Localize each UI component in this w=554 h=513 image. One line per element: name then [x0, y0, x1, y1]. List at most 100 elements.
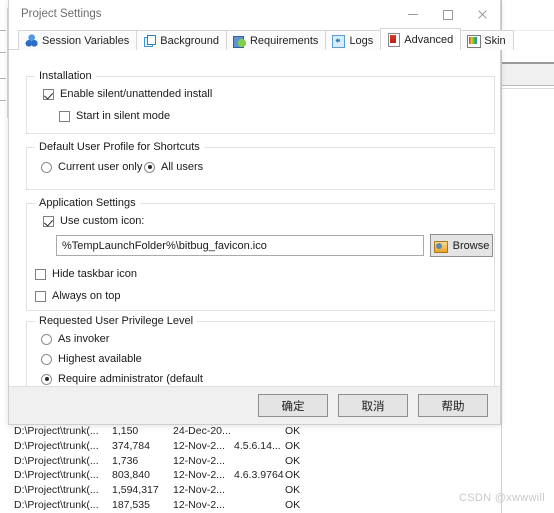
radio-highest-available[interactable]: Highest available: [41, 353, 142, 365]
checkbox-start-in-silent-mode[interactable]: Start in silent mode: [59, 110, 170, 122]
maximize-icon: [442, 9, 453, 20]
close-button[interactable]: [465, 0, 500, 29]
radio-as-invoker[interactable]: As invoker: [41, 333, 109, 345]
tab-label: Advanced: [404, 33, 454, 46]
group-installation-legend: Installation: [35, 70, 96, 82]
cell-date: 12-Nov-2...: [173, 454, 225, 467]
checkbox-icon[interactable]: [43, 215, 54, 227]
session-variables-icon: [25, 34, 38, 47]
cell-version: 4.6.3.9764: [234, 469, 284, 482]
cell-date: 24-Dec-20...: [173, 425, 231, 437]
cell-size: 1,594,317: [112, 484, 159, 497]
tab-label: Background: [160, 34, 219, 47]
table-row[interactable]: D:\Project\trunk(... 1,736 12-Nov-2... O…: [0, 454, 501, 469]
checkbox-label: Always on top: [52, 290, 121, 302]
help-button[interactable]: 帮助: [418, 394, 488, 417]
radio-all-users[interactable]: All users: [144, 161, 203, 173]
cell-date: 12-Nov-2...: [173, 484, 225, 497]
radio-icon[interactable]: [41, 333, 52, 345]
cell-size: 187,535: [112, 498, 150, 511]
file-list[interactable]: D:\Project\trunk(... 1,150 24-Dec-20... …: [0, 424, 501, 513]
cell-size: 374,784: [112, 439, 150, 452]
group-application-settings: Application Settings Use custom icon: Br…: [26, 197, 495, 311]
tab-background[interactable]: Background: [136, 30, 227, 50]
project-settings-dialog: Project Settings Session Variables Backg…: [8, 0, 514, 425]
background-icon: [143, 34, 157, 47]
table-row[interactable]: D:\Project\trunk(... 374,784 12-Nov-2...…: [0, 439, 501, 454]
radio-label: Highest available: [58, 353, 142, 365]
checkbox-enable-silent-install[interactable]: Enable silent/unattended install: [43, 88, 212, 100]
radio-label: As invoker: [58, 333, 110, 345]
checkbox-label: Start in silent mode: [76, 110, 171, 122]
cell-path: D:\Project\trunk(...: [14, 469, 99, 482]
radio-label: All users: [161, 161, 204, 173]
logs-icon: [332, 34, 346, 48]
tab-session-variables[interactable]: Session Variables: [18, 30, 138, 50]
ok-button[interactable]: 确定: [258, 394, 328, 417]
requirements-icon: [232, 34, 246, 48]
cancel-button[interactable]: 取消: [338, 394, 408, 417]
checkbox-use-custom-icon[interactable]: Use custom icon:: [43, 215, 144, 227]
tab-label: Logs: [349, 34, 374, 47]
cell-status: OK: [285, 498, 301, 511]
table-row[interactable]: D:\Project\trunk(... 1,594,317 12-Nov-2.…: [0, 483, 501, 498]
cell-size: 1,736: [112, 454, 139, 467]
checkbox-label: Enable silent/unattended install: [60, 88, 213, 100]
tab-logs[interactable]: Logs: [325, 30, 382, 50]
dialog-title: Project Settings: [21, 8, 102, 20]
tab-advanced[interactable]: Advanced: [380, 28, 462, 50]
cell-version: 4.5.6.14...: [234, 439, 281, 452]
tab-label: Skin: [484, 34, 506, 47]
table-row[interactable]: D:\Project\trunk(... 1,150 24-Dec-20... …: [0, 424, 501, 439]
cell-size: 803,840: [112, 469, 150, 482]
cell-path: D:\Project\trunk(...: [14, 498, 99, 511]
checkbox-icon[interactable]: [43, 88, 54, 100]
radio-icon[interactable]: [41, 353, 52, 365]
close-icon: [477, 9, 488, 20]
group-default-user-profile: Default User Profile for Shortcuts Curre…: [26, 141, 495, 190]
table-row[interactable]: D:\Project\trunk(... 187,535 12-Nov-2...…: [0, 498, 501, 513]
checkbox-label: Use custom icon:: [60, 215, 145, 227]
browse-button-label: Browse: [452, 239, 490, 252]
cell-status: OK: [285, 425, 301, 437]
cell-status: OK: [285, 439, 301, 452]
cell-path: D:\Project\trunk(...: [14, 454, 99, 467]
checkbox-icon[interactable]: [35, 268, 46, 280]
radio-require-administrator[interactable]: Require administrator (default: [41, 373, 203, 385]
background-left-ruler: [0, 8, 8, 118]
radio-icon[interactable]: [41, 373, 52, 385]
watermark: CSDN @xwwwill: [459, 492, 545, 504]
minimize-button[interactable]: [395, 0, 430, 29]
maximize-button[interactable]: [430, 0, 465, 29]
window-controls: [395, 0, 500, 29]
radio-icon[interactable]: [144, 161, 155, 173]
tab-skin[interactable]: Skin: [460, 30, 514, 50]
radio-icon[interactable]: [41, 161, 52, 173]
cell-path: D:\Project\trunk(...: [14, 425, 99, 437]
title-bar[interactable]: Project Settings: [9, 0, 500, 29]
tab-requirements[interactable]: Requirements: [225, 30, 327, 50]
tab-bar: Session Variables Background Requirement…: [9, 28, 514, 50]
custom-icon-path-input[interactable]: [56, 235, 424, 256]
cell-path: D:\Project\trunk(...: [14, 484, 99, 497]
background-right-toolbar-shadow: [502, 88, 554, 89]
browse-button[interactable]: Browse: [430, 234, 493, 257]
checkbox-hide-taskbar-icon[interactable]: Hide taskbar icon: [35, 268, 137, 280]
radio-label: Current user only: [58, 161, 143, 173]
checkbox-icon[interactable]: [59, 110, 70, 122]
table-row[interactable]: D:\Project\trunk(... 803,840 12-Nov-2...…: [0, 468, 501, 483]
cell-date: 12-Nov-2...: [173, 469, 225, 482]
group-privilege-level-legend: Requested User Privilege Level: [35, 315, 198, 327]
tab-label: Session Variables: [42, 34, 130, 47]
cell-date: 12-Nov-2...: [173, 439, 225, 452]
group-application-settings-legend: Application Settings: [35, 197, 140, 209]
dialog-footer: 确定 取消 帮助: [9, 386, 500, 424]
background-right-toolbar: [502, 64, 554, 86]
cell-date: 12-Nov-2...: [173, 498, 225, 511]
checkbox-always-on-top[interactable]: Always on top: [35, 290, 120, 302]
group-installation: Installation Enable silent/unattended in…: [26, 70, 495, 134]
group-default-user-profile-legend: Default User Profile for Shortcuts: [35, 141, 204, 153]
cell-status: OK: [285, 454, 301, 467]
checkbox-icon[interactable]: [35, 290, 46, 302]
radio-current-user-only[interactable]: Current user only: [41, 161, 142, 173]
